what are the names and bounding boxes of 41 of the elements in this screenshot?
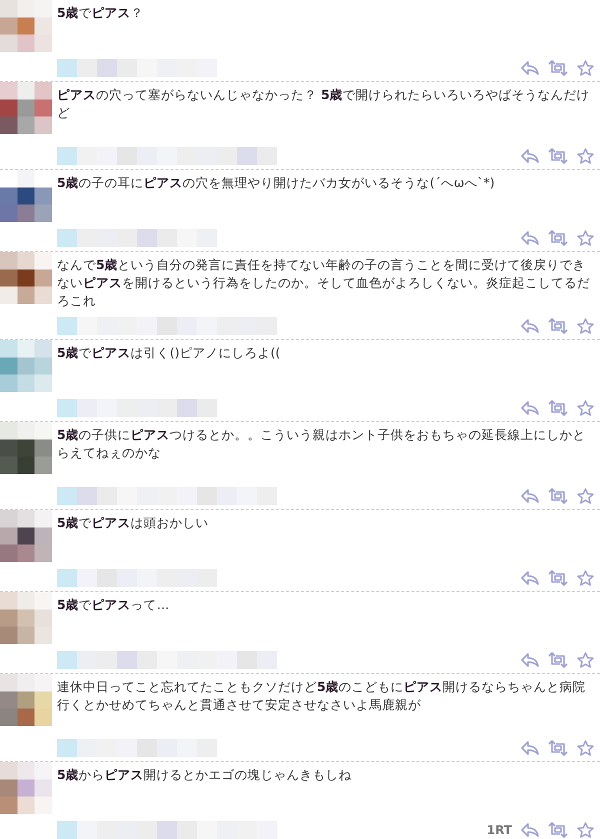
retweet-icon[interactable] (548, 400, 568, 416)
star-icon[interactable] (577, 318, 594, 334)
tweet-text: 5歳でピアス？ (57, 4, 145, 22)
star-icon[interactable] (577, 148, 594, 164)
retweet-icon[interactable] (548, 230, 568, 246)
star-icon[interactable] (577, 230, 594, 246)
reply-icon[interactable] (521, 823, 539, 837)
retweet-icon[interactable] (548, 652, 568, 668)
reply-icon[interactable] (521, 653, 539, 667)
tweet-text: 5歳でピアスって… (57, 596, 170, 614)
star-icon[interactable] (577, 652, 594, 668)
tweet-text: 5歳でピアスは頭おかしい (57, 514, 210, 532)
star-icon[interactable] (577, 60, 594, 76)
reply-icon[interactable] (521, 401, 539, 415)
star-icon[interactable] (577, 570, 594, 586)
reply-icon[interactable] (521, 231, 539, 245)
star-icon[interactable] (577, 488, 594, 504)
reply-icon[interactable] (521, 319, 539, 333)
retweet-icon[interactable] (548, 570, 568, 586)
retweet-icon[interactable] (548, 60, 568, 76)
reply-icon[interactable] (521, 741, 539, 755)
reply-icon[interactable] (521, 149, 539, 163)
star-icon[interactable] (577, 400, 594, 416)
star-icon[interactable] (577, 740, 594, 756)
tweet-text: 5歳の子供にピアスつけるとか。。こういう親はホント子供をおもちゃの延長線上にしかとらえてねぇのかな (57, 426, 587, 462)
tweet-text: ピアスの穴って塞がらないんじゃなかった？ 5歳で開けられたらいろいろやばそうなんだけど (57, 86, 591, 122)
reply-icon[interactable] (521, 571, 539, 585)
retweet-icon[interactable] (548, 148, 568, 164)
tweet-text: 5歳の子の耳にピアスの穴を無理やり開けたバカ女がいるそうな(´へωへ`*) (57, 174, 496, 192)
retweet-icon[interactable] (548, 822, 568, 838)
tweet-text: なんで5歳という自分の発言に責任を持てない年齢の子の言うことを間に受けて後戻りできないピアスを開けるという行為をしたのか。そして血色がよろしくない。炎症起こしてるだろこれ (57, 256, 591, 310)
tweet-text: 5歳からピアス開けるとかエゴの塊じゃんきもしね (57, 766, 353, 784)
reply-icon[interactable] (521, 489, 539, 503)
star-icon[interactable] (577, 822, 594, 838)
tweet-text: 5歳でピアスは引く()ピアノにしろよ(( (57, 344, 282, 362)
retweet-count: 1RT (486, 823, 512, 837)
tweet-text: 連休中日ってこと忘れてたこともクソだけど5歳のこどもにピアス開けるならちゃんと病院行くとかせめてちゃんと貫通させて安定させなさいよ馬鹿親が (57, 678, 587, 714)
retweet-icon[interactable] (548, 488, 568, 504)
retweet-icon[interactable] (548, 740, 568, 756)
reply-icon[interactable] (521, 61, 539, 75)
retweet-icon[interactable] (548, 318, 568, 334)
